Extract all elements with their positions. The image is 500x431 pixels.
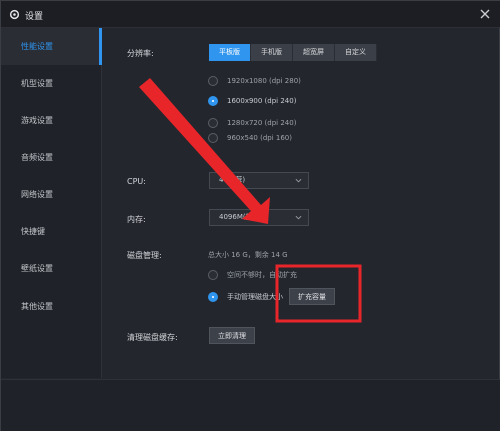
cpu-select[interactable]: 4 (推荐) [209,172,309,189]
resolution-option-960[interactable]: 960x540 (dpi 160) [208,131,292,145]
chevron-down-icon [295,215,302,220]
sidebar-item-shortcuts[interactable]: 快捷键 [1,213,102,250]
disk-size-info: 总大小 16 G，剩余 14 G [208,251,288,259]
tab-tablet[interactable]: 平板版 [209,44,251,61]
resolution-label: 分辨率: [127,49,154,58]
tab-ultrawide[interactable]: 超宽屏 [293,44,335,61]
sidebar-item-device-model[interactable]: 机型设置 [1,65,102,102]
close-icon[interactable] [478,7,492,21]
tab-phone[interactable]: 手机版 [251,44,293,61]
clear-now-button[interactable]: 立即清理 [209,327,255,344]
disk-option-label: 空间不够时，自动扩充 [227,271,297,279]
memory-select-value: 4096M(推荐) [219,213,263,221]
resolution-option-label: 1280x720 (dpi 240) [227,119,297,127]
sidebar-item-performance[interactable]: 性能设置 [1,28,102,65]
gear-icon [9,9,20,20]
disk-label: 磁盘管理: [127,251,162,260]
radio-button[interactable] [208,270,218,280]
resolution-option-label: 960x540 (dpi 160) [227,134,292,142]
sidebar-item-wallpaper[interactable]: 壁纸设置 [1,250,102,287]
settings-sidebar: 性能设置 机型设置 游戏设置 音频设置 网络设置 快捷键 壁纸设置 其他设置 [1,28,102,378]
radio-button[interactable] [208,133,218,143]
disk-option-auto-expand[interactable]: 空间不够时，自动扩充 [208,268,297,282]
resolution-option-1920[interactable]: 1920x1080 (dpi 280) [208,74,301,88]
cpu-label: CPU: [127,177,146,186]
tab-custom[interactable]: 自定义 [335,44,377,61]
memory-label: 内存: [127,215,146,224]
window-title: 设置 [25,12,44,22]
settings-window: 设置 性能设置 机型设置 游戏设置 音频设置 网络设置 快捷键 壁纸设置 其他设… [0,0,500,431]
footer-bar [1,379,500,431]
disk-option-label: 手动管理磁盘大小 [227,293,283,301]
title-bar: 设置 [1,1,500,28]
radio-button-selected[interactable] [208,96,218,106]
resolution-option-1280[interactable]: 1280x720 (dpi 240) [208,116,296,130]
chevron-down-icon [295,178,302,183]
radio-button[interactable] [208,76,218,86]
expand-capacity-button[interactable]: 扩充容量 [289,288,335,305]
sidebar-item-network[interactable]: 网络设置 [1,176,102,213]
radio-button[interactable] [208,118,218,128]
disk-option-manual[interactable]: 手动管理磁盘大小 [208,290,283,304]
sidebar-item-other[interactable]: 其他设置 [1,288,102,325]
resolution-mode-tabs: 平板版 手机版 超宽屏 自定义 [209,44,377,61]
sidebar-item-game[interactable]: 游戏设置 [1,102,102,139]
performance-panel: 分辨率: 平板版 手机版 超宽屏 自定义 1920x1080 (dpi 280)… [103,28,499,378]
sidebar-item-audio[interactable]: 音频设置 [1,139,102,176]
resolution-option-label: 1600x900 (dpi 240) [227,97,297,105]
clear-cache-label: 清理磁盘缓存: [127,333,178,342]
resolution-option-label: 1920x1080 (dpi 280) [227,77,301,85]
memory-select[interactable]: 4096M(推荐) [209,209,309,226]
resolution-option-1600[interactable]: 1600x900 (dpi 240) [208,94,296,108]
radio-button-selected[interactable] [208,292,218,302]
cpu-select-value: 4 (推荐) [219,176,246,184]
